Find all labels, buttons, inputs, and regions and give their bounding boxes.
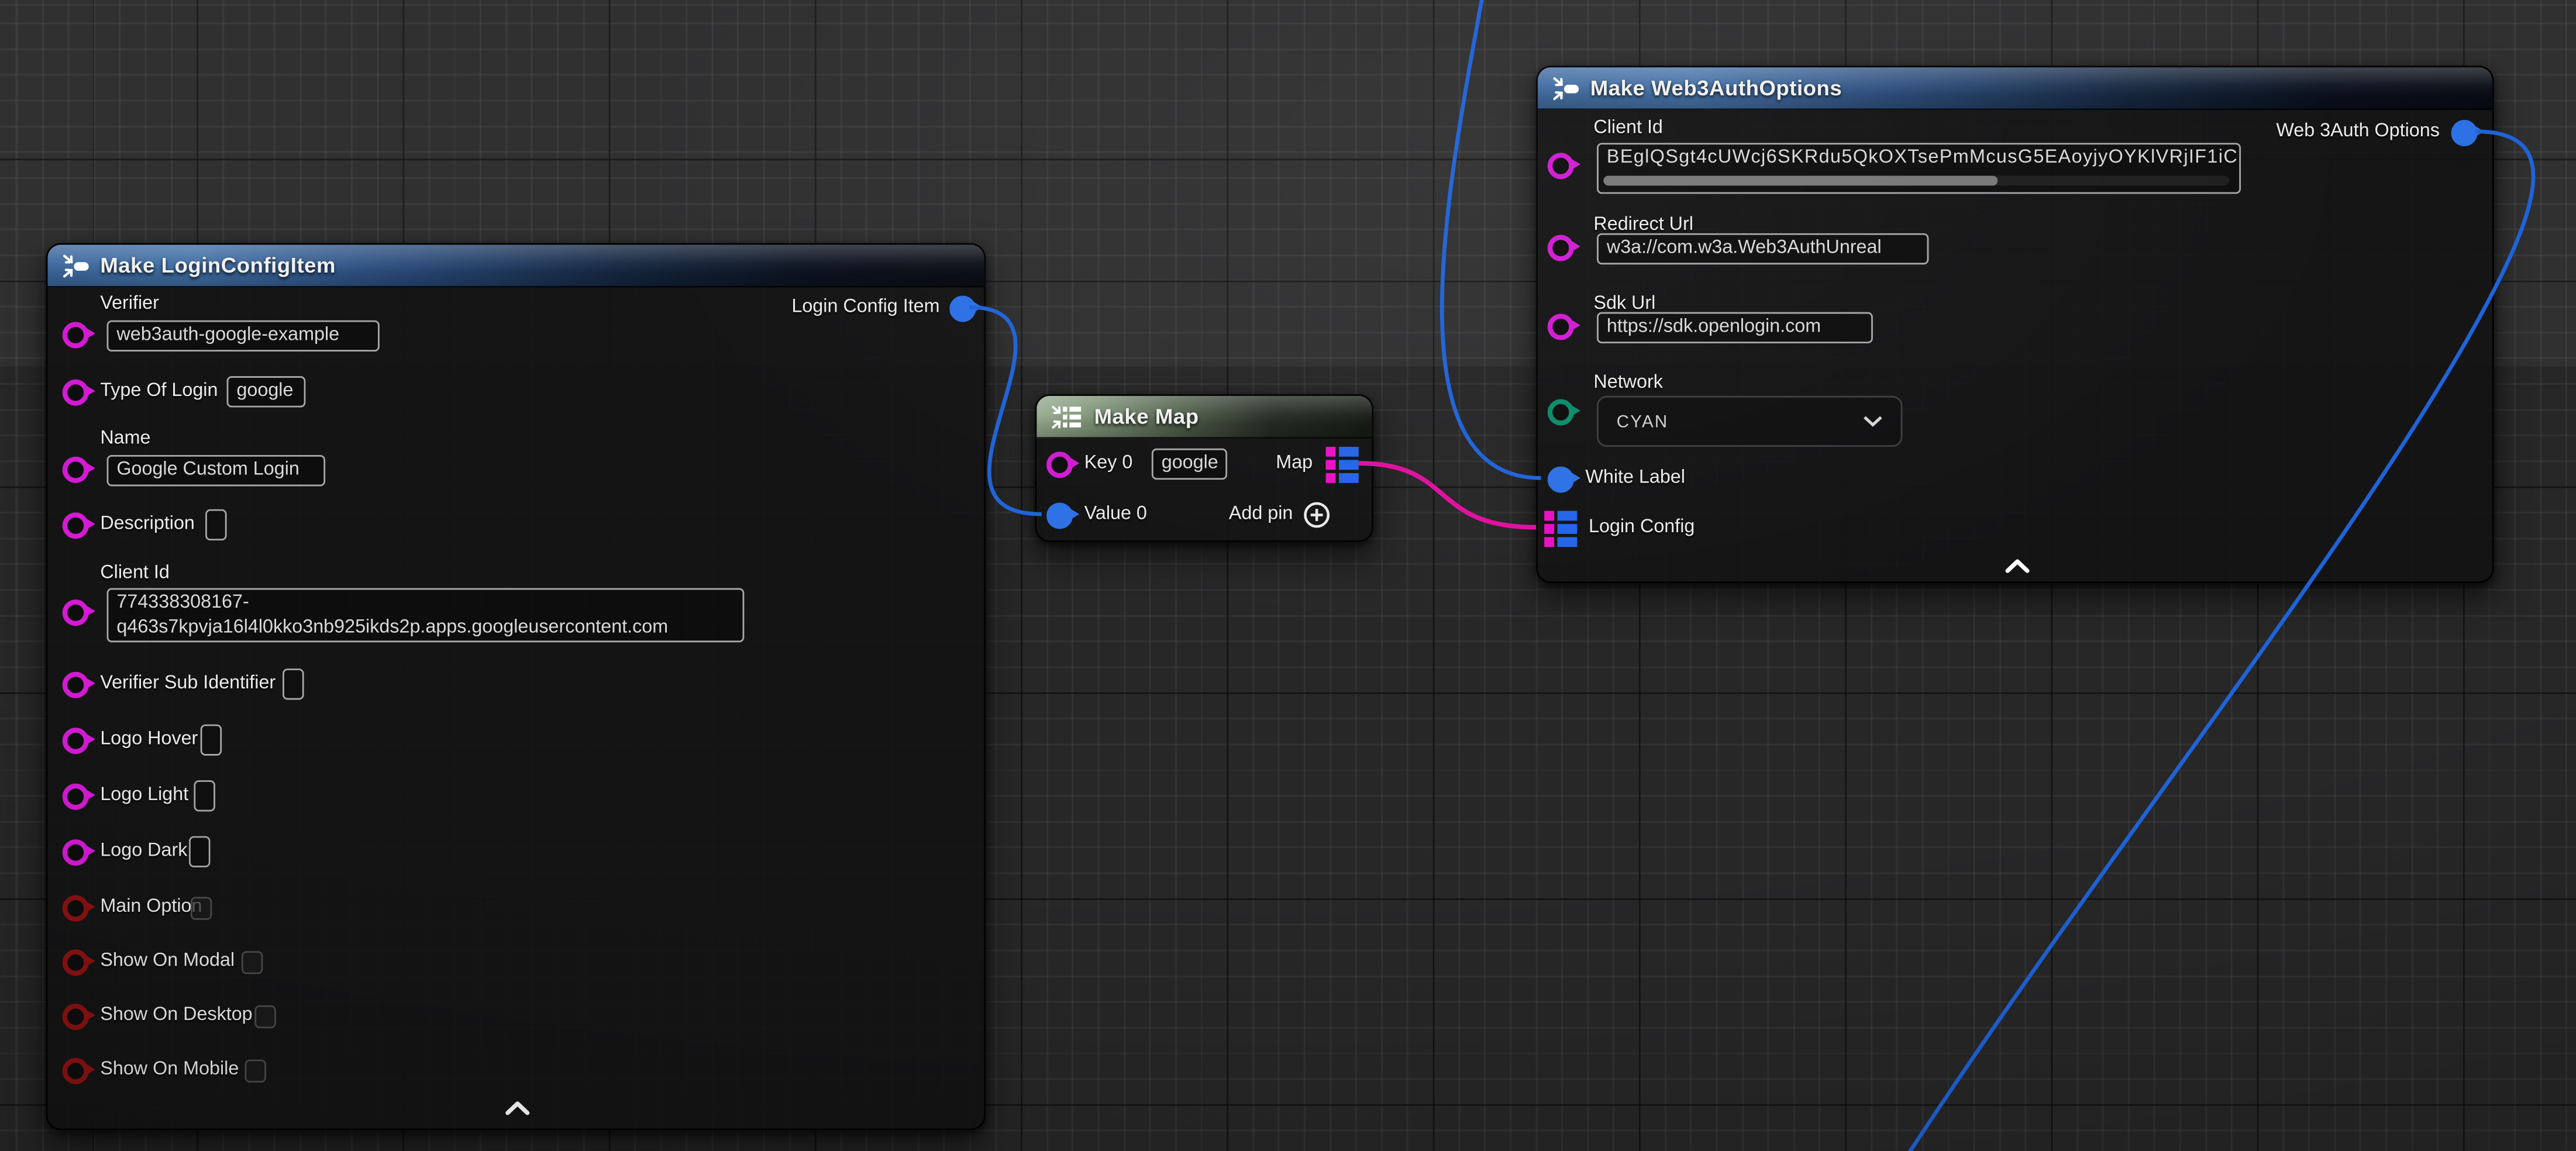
input-pin-verifier[interactable]	[63, 322, 89, 348]
logo-light-input[interactable]	[194, 780, 215, 811]
input-pin-show-on-modal[interactable]	[63, 949, 89, 976]
make-struct-icon	[1552, 75, 1579, 101]
graph-canvas[interactable]: Make LoginConfigItem Login Config Item V…	[0, 0, 2576, 1151]
input-pin-show-on-mobile[interactable]	[63, 1058, 89, 1084]
node-header[interactable]: Make LoginConfigItem	[47, 244, 984, 287]
show-on-mobile-checkbox[interactable]	[244, 1060, 266, 1083]
output-pin-login-config-item[interactable]	[949, 296, 976, 322]
type-of-login-input[interactable]: google	[227, 376, 306, 407]
pin-label: Sdk Url	[1593, 294, 1655, 314]
input-pin-logo-dark[interactable]	[63, 839, 89, 866]
input-pin-login-config[interactable]	[1544, 511, 1577, 547]
node-title: Make Web3AuthOptions	[1590, 75, 1843, 100]
input-pin-main-option[interactable]	[63, 895, 89, 922]
input-pin-redirect-url[interactable]	[1548, 235, 1574, 261]
pin-label: Client Id	[100, 563, 169, 583]
output-pin-label: Web 3Auth Options	[2276, 122, 2440, 142]
pin-label: Type Of Login	[100, 381, 218, 401]
description-input[interactable]	[205, 509, 227, 540]
pin-label: Login Config	[1589, 518, 1695, 537]
input-pin-value-0[interactable]	[1046, 502, 1073, 529]
key-0-input[interactable]: google	[1152, 449, 1227, 480]
client-id-input[interactable]: BEglQSgt4cUWcj6SKRdu5QkOXTsePmMcusG5EAoy…	[1597, 143, 2241, 194]
blueprint-editor: Make LoginConfigItem Login Config Item V…	[0, 0, 2576, 1151]
node-title: Make Map	[1094, 404, 1199, 429]
add-pin-label: Add pin	[1229, 504, 1293, 524]
main-option-checkbox[interactable]	[191, 897, 212, 920]
verifier-sub-identifier-input[interactable]	[283, 668, 304, 699]
node-make-map[interactable]: Make Map Key 0 google Map Value 0 Add pi…	[1035, 394, 1373, 542]
input-pin-show-on-desktop[interactable]	[63, 1004, 89, 1030]
input-pin-type-of-login[interactable]	[63, 380, 89, 406]
pin-label: Logo Hover	[100, 729, 198, 749]
collapse-node-chevron-icon[interactable]	[504, 1101, 531, 1115]
network-selected-value: CYAN	[1617, 412, 1669, 432]
pin-label: Value 0	[1084, 504, 1147, 524]
node-header[interactable]: Make Map	[1036, 396, 1372, 439]
output-pin-map[interactable]	[1326, 447, 1359, 483]
pin-label: Show On Desktop	[100, 1005, 252, 1025]
pin-label: Network	[1593, 373, 1662, 393]
output-pin-label: Map	[1276, 453, 1313, 473]
field-scrollbar-thumb[interactable]	[1603, 176, 1998, 186]
show-on-desktop-checkbox[interactable]	[254, 1005, 276, 1028]
make-map-icon	[1052, 404, 1083, 430]
pin-label: Redirect Url	[1593, 215, 1693, 235]
pin-label: Verifier Sub Identifier	[100, 674, 275, 694]
sdk-url-input[interactable]: https://sdk.openlogin.com	[1597, 312, 1873, 343]
input-pin-logo-hover[interactable]	[63, 728, 89, 754]
client-id-text: BEglQSgt4cUWcj6SKRdu5QkOXTsePmMcusG5EAoy…	[1607, 148, 2238, 168]
network-dropdown[interactable]: CYAN	[1597, 396, 1902, 447]
client-id-input[interactable]: 774338308167-q463s7kpvja16l4l0kko3nb925i…	[107, 588, 745, 643]
pin-label: Description	[100, 514, 195, 534]
node-make-web3authoptions[interactable]: Make Web3AuthOptions Web 3Auth Options C…	[1536, 66, 2494, 583]
input-pin-white-label[interactable]	[1548, 467, 1574, 493]
pin-label: White Label	[1585, 468, 1685, 488]
pin-label: Logo Dark	[100, 841, 187, 861]
node-make-loginconfigitem[interactable]: Make LoginConfigItem Login Config Item V…	[46, 243, 986, 1131]
add-pin-icon[interactable]	[1303, 501, 1331, 529]
input-pin-client-id[interactable]	[1548, 153, 1574, 179]
pin-label: Client Id	[1593, 118, 1662, 138]
verifier-input[interactable]: web3auth-google-example	[107, 321, 380, 351]
input-pin-sdk-url[interactable]	[1548, 313, 1574, 340]
pin-label: Main Option	[100, 897, 202, 917]
logo-hover-input[interactable]	[201, 725, 222, 756]
node-title: Make LoginConfigItem	[100, 253, 336, 278]
output-pin-label: Login Config Item	[791, 297, 939, 317]
pin-label: Show On Mobile	[100, 1060, 239, 1080]
pin-label: Show On Modal	[100, 951, 235, 971]
pin-label: Key 0	[1084, 453, 1133, 473]
logo-dark-input[interactable]	[189, 836, 211, 867]
name-input[interactable]: Google Custom Login	[107, 455, 326, 486]
field-scrollbar[interactable]	[1603, 176, 2229, 186]
pin-label: Verifier	[100, 294, 159, 314]
collapse-node-chevron-icon[interactable]	[2005, 559, 2031, 573]
output-pin-web3auth-options[interactable]	[2451, 120, 2478, 146]
input-pin-key-0[interactable]	[1046, 452, 1073, 478]
input-pin-network[interactable]	[1548, 399, 1574, 426]
input-pin-verifier-sub-identifier[interactable]	[63, 672, 89, 698]
input-pin-description[interactable]	[63, 512, 89, 539]
show-on-modal-checkbox[interactable]	[242, 951, 263, 974]
input-pin-logo-light[interactable]	[63, 784, 89, 810]
pin-label: Logo Light	[100, 785, 188, 805]
pin-label: Name	[100, 429, 150, 449]
input-pin-client-id[interactable]	[63, 599, 89, 626]
input-pin-name[interactable]	[63, 457, 89, 483]
make-struct-icon	[63, 252, 89, 278]
redirect-url-input[interactable]: w3a://com.w3a.Web3AuthUnreal	[1597, 233, 1928, 264]
node-header[interactable]: Make Web3AuthOptions	[1538, 67, 2492, 110]
dropdown-chevron-icon	[1863, 416, 1883, 428]
